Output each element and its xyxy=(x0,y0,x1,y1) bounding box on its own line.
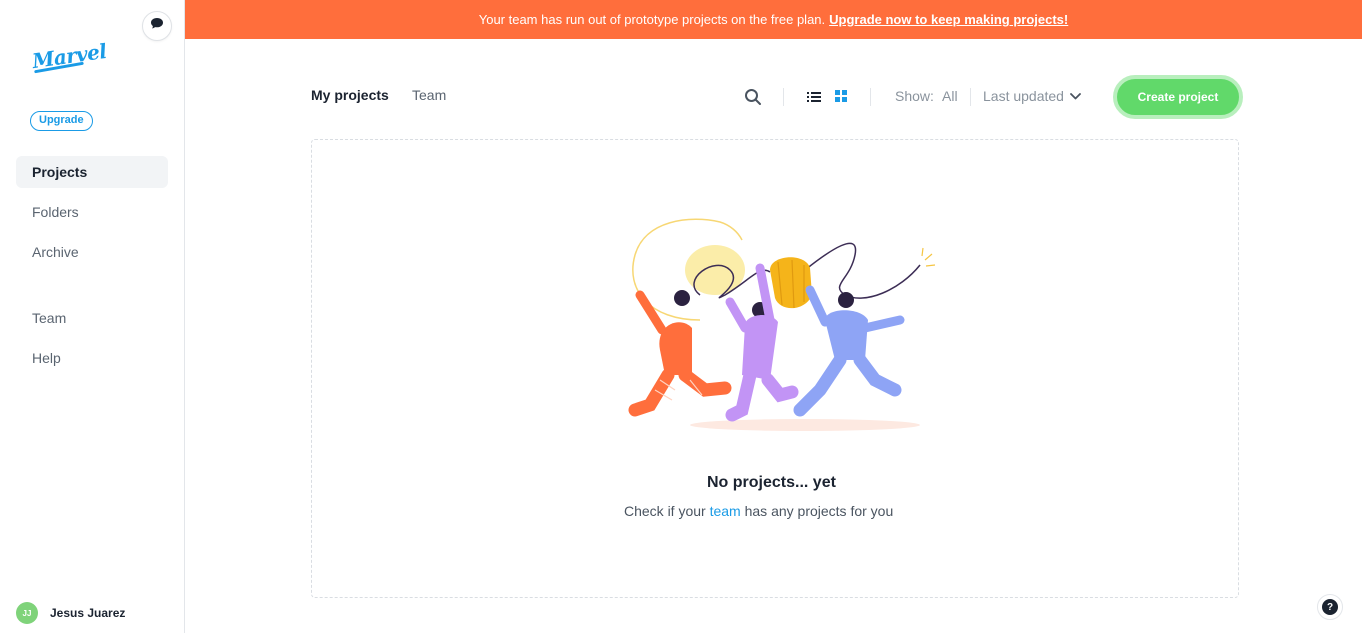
chat-button[interactable] xyxy=(142,11,172,41)
sidebar-item-archive[interactable]: Archive xyxy=(16,236,168,268)
banner-message: Your team has run out of prototype proje… xyxy=(478,12,826,27)
sidebar-item-projects[interactable]: Projects xyxy=(16,156,168,188)
upgrade-banner: Your team has run out of prototype proje… xyxy=(185,0,1362,39)
sidebar: Marvel Upgrade Projects Folders Archive … xyxy=(0,0,185,633)
subtitle-text-after: has any projects for you xyxy=(744,503,894,519)
empty-state-title: No projects... yet xyxy=(707,474,836,491)
show-filter-select[interactable]: All xyxy=(942,88,958,104)
chevron-down-icon xyxy=(1070,92,1081,100)
help-icon: ? xyxy=(1322,599,1338,615)
create-project-button[interactable]: Create project xyxy=(1113,75,1243,119)
chat-bubble-icon xyxy=(150,17,164,35)
show-filter-label: Show: xyxy=(895,88,934,104)
list-view-icon[interactable] xyxy=(806,89,822,105)
sort-select[interactable]: Last updated xyxy=(983,88,1081,104)
user-name: Jesus Juarez xyxy=(50,606,126,620)
search-icon[interactable] xyxy=(743,87,763,107)
sidebar-item-help[interactable]: Help xyxy=(16,342,168,374)
tab-my-projects[interactable]: My projects xyxy=(311,87,389,103)
toolbar-divider xyxy=(870,88,871,106)
sidebar-item-folders[interactable]: Folders xyxy=(16,196,168,228)
avatar: JJ xyxy=(16,602,38,624)
user-profile[interactable]: JJ Jesus Juarez xyxy=(16,602,125,624)
help-button[interactable]: ? xyxy=(1317,594,1343,620)
toolbar-divider xyxy=(783,88,784,106)
banner-upgrade-link[interactable]: Upgrade now to keep making projects! xyxy=(829,12,1068,27)
upgrade-button[interactable]: Upgrade xyxy=(30,111,93,131)
team-link[interactable]: team xyxy=(710,503,741,519)
tab-team[interactable]: Team xyxy=(412,87,446,103)
sidebar-item-team[interactable]: Team xyxy=(16,302,168,334)
subtitle-text-before: Check if your xyxy=(624,503,706,519)
grid-view-icon[interactable] xyxy=(834,89,848,103)
people-carrying-lightbulb-illustration xyxy=(620,210,950,440)
toolbar-divider xyxy=(970,88,971,106)
empty-state-subtitle: Check if your team has any projects for … xyxy=(624,503,893,519)
sort-label: Last updated xyxy=(983,88,1064,104)
